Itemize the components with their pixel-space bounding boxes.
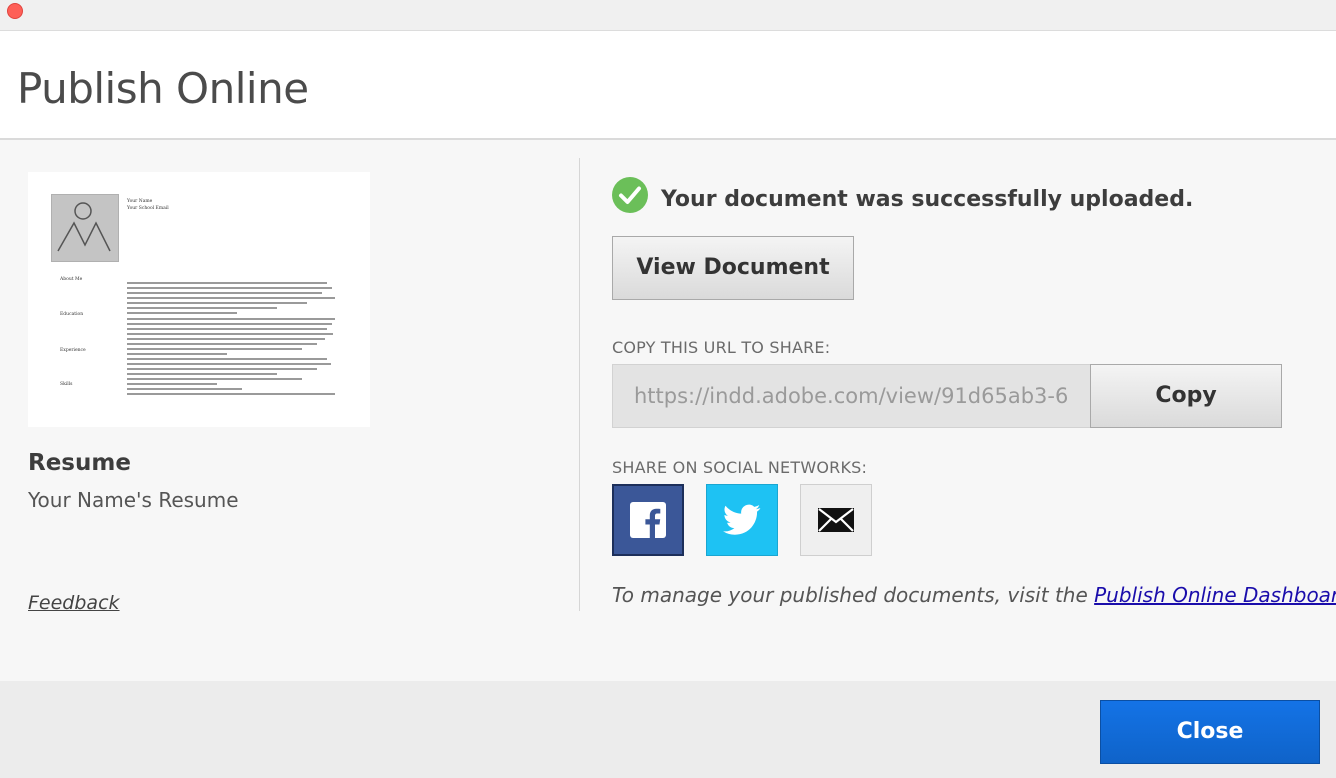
share-url-field[interactable]: https://indd.adobe.com/view/91d65ab3-6: [612, 364, 1091, 428]
share-facebook-button[interactable]: [612, 484, 684, 556]
document-title: Resume: [28, 450, 131, 476]
manage-documents-text: To manage your published documents, visi…: [612, 583, 1336, 607]
copy-button[interactable]: Copy: [1090, 364, 1282, 428]
thumb-text-line: [127, 373, 277, 375]
thumb-section: Experience: [60, 348, 86, 353]
copy-url-label: COPY THIS URL TO SHARE:: [612, 338, 831, 357]
publish-online-dashboard-link[interactable]: Publish Online Dashboard: [1094, 583, 1336, 607]
window-close-dot[interactable]: [7, 3, 23, 19]
thumb-text-line: [127, 287, 332, 289]
thumb-text-line: [127, 358, 327, 360]
dialog-title: Publish Online: [17, 64, 309, 113]
thumb-text-line: [127, 297, 335, 299]
thumb-text-line: [127, 292, 322, 294]
thumb-section: Education: [60, 312, 84, 317]
thumb-text-line: [127, 383, 217, 385]
thumb-text-line: [127, 318, 335, 320]
thumb-text-line: [127, 348, 302, 350]
thumb-text-line: [127, 393, 335, 395]
thumb-text-line: [127, 302, 307, 304]
thumb-text-line: [127, 363, 331, 365]
thumb-text-line: [127, 388, 242, 390]
panel-divider: [579, 158, 580, 611]
thumb-text-line: [127, 328, 327, 330]
photo-placeholder-icon: [51, 194, 119, 262]
success-message: Your document was successfully uploaded.: [661, 187, 1194, 212]
thumb-text-line: [127, 343, 317, 345]
share-twitter-button[interactable]: [706, 484, 778, 556]
close-button[interactable]: Close: [1100, 700, 1320, 764]
thumb-text-line: [127, 312, 237, 314]
thumb-text-line: [127, 333, 333, 335]
thumb-text-line: [127, 368, 317, 370]
document-subtitle: Your Name's Resume: [28, 488, 239, 512]
thumb-text-line: [127, 338, 325, 340]
share-email-button[interactable]: [800, 484, 872, 556]
thumb-text-line: [127, 323, 332, 325]
thumb-text-line: [127, 282, 327, 284]
thumb-text-line: [127, 307, 277, 309]
thumb-email: Your School Email: [127, 206, 169, 211]
thumb-section: About Me: [60, 277, 83, 282]
thumb-section: Skills: [60, 382, 73, 387]
feedback-link[interactable]: Feedback: [28, 592, 120, 614]
title-bar: [0, 0, 1336, 31]
manage-text: To manage your published documents, visi…: [612, 583, 1095, 607]
thumb-text-line: [127, 378, 302, 380]
view-document-button[interactable]: View Document: [612, 236, 854, 300]
social-label: SHARE ON SOCIAL NETWORKS:: [612, 458, 868, 477]
success-check-icon: [612, 177, 648, 213]
thumb-text-line: [127, 353, 227, 355]
thumb-name: Your Name: [127, 199, 153, 204]
document-thumbnail[interactable]: Your Name Your School Email About Me Edu…: [28, 172, 370, 427]
dialog-header: Publish Online: [0, 31, 1336, 140]
